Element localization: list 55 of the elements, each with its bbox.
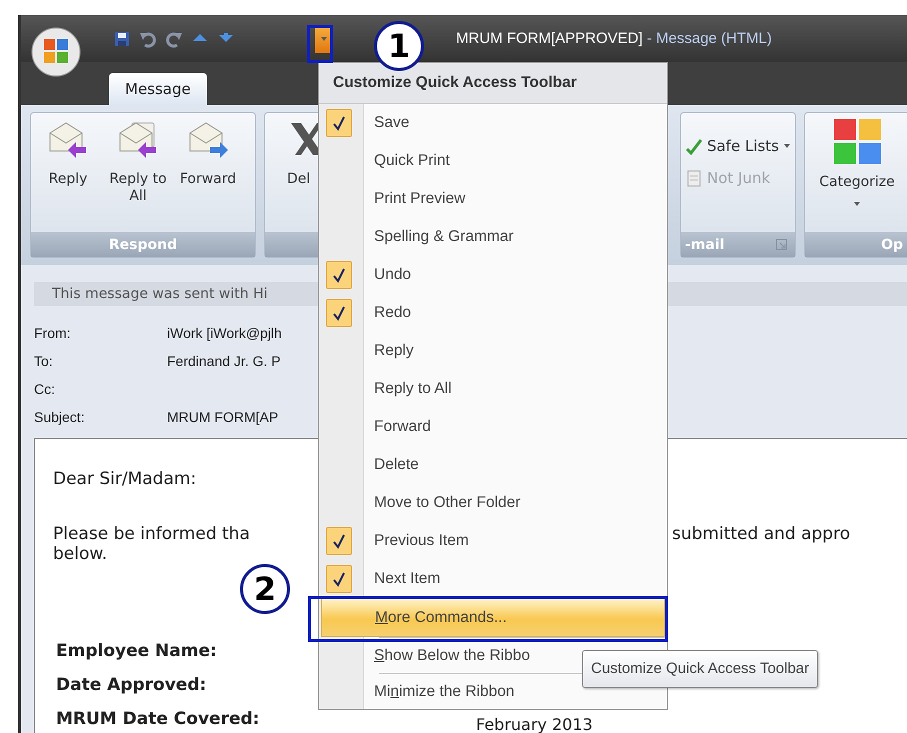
detail-label: Employee Name: — [56, 641, 217, 661]
field-label: To: — [34, 353, 53, 369]
greeting-text: Dear Sir/Madam: — [53, 469, 196, 489]
caret-icon — [853, 201, 861, 207]
undo-icon[interactable] — [139, 30, 157, 48]
document-icon — [684, 169, 703, 187]
checkmark-icon — [684, 137, 703, 155]
ribbon-tab[interactable]: Message — [109, 73, 207, 105]
menu-item[interactable]: Previous Item — [319, 522, 667, 560]
menu-item[interactable]: More Commands... — [321, 598, 665, 637]
menu-item[interactable]: Next Item — [319, 560, 667, 598]
field-label: Cc: — [34, 381, 55, 397]
field-label: From: — [34, 325, 71, 341]
menu-item[interactable]: Delete — [319, 446, 667, 484]
tooltip: Customize Quick Access Toolbar — [582, 650, 818, 688]
checkmark-icon — [332, 115, 346, 131]
caret-icon — [783, 143, 791, 149]
menu-title: Customize Quick Access Toolbar — [319, 63, 667, 104]
ribbon-button[interactable]: Safe Lists — [684, 137, 791, 155]
ribbon-button[interactable]: Reply to All — [105, 119, 171, 232]
checkmark-icon — [332, 571, 346, 587]
body-text: below. — [53, 544, 108, 564]
redo-icon[interactable] — [165, 30, 183, 48]
ribbon-button[interactable]: Reply — [35, 119, 101, 232]
menu-item[interactable]: Move to Other Folder — [319, 484, 667, 522]
group-footer — [264, 232, 321, 257]
checkmark-icon — [332, 267, 346, 283]
field-value: iWork [iWork@pjlh — [167, 325, 282, 341]
ribbon-button[interactable]: Categorize — [809, 119, 905, 232]
window-title: MRUM FORM[APPROVED] - Message (HTML) — [456, 30, 772, 47]
menu-item[interactable]: Spelling & Grammar — [319, 218, 667, 256]
detail-label: MRUM Date Covered: — [56, 709, 260, 729]
group-label: -mail — [684, 236, 724, 252]
group-label: Respond — [108, 236, 178, 252]
menu-item[interactable]: Reply to All — [319, 370, 667, 408]
highlight-frame — [307, 25, 333, 63]
menu-item[interactable]: Quick Print — [319, 142, 667, 180]
body-text: submitted and appro — [672, 524, 852, 544]
ribbon-button[interactable]: Forward — [175, 119, 241, 232]
body-text: Please be informed tha — [53, 524, 250, 544]
field-value: MRUM FORM[AP — [167, 409, 278, 425]
color-squares-icon — [834, 119, 880, 164]
checkmark-icon — [332, 305, 346, 321]
caret-icon — [320, 36, 328, 42]
field-label: Subject: — [34, 409, 85, 425]
menu-item[interactable]: Forward — [319, 408, 667, 446]
detail-value: February 2013 — [476, 714, 593, 733]
detail-label: Date Approved: — [56, 675, 206, 695]
checkmark-icon — [332, 533, 346, 549]
menu-item[interactable]: Print Preview — [319, 180, 667, 218]
field-value: Ferdinand Jr. G. P — [167, 353, 281, 369]
save-icon[interactable] — [113, 30, 131, 48]
menu-item[interactable]: Reply — [319, 332, 667, 370]
group-label: Op — [881, 236, 903, 252]
menu-item[interactable]: Save — [319, 104, 667, 142]
